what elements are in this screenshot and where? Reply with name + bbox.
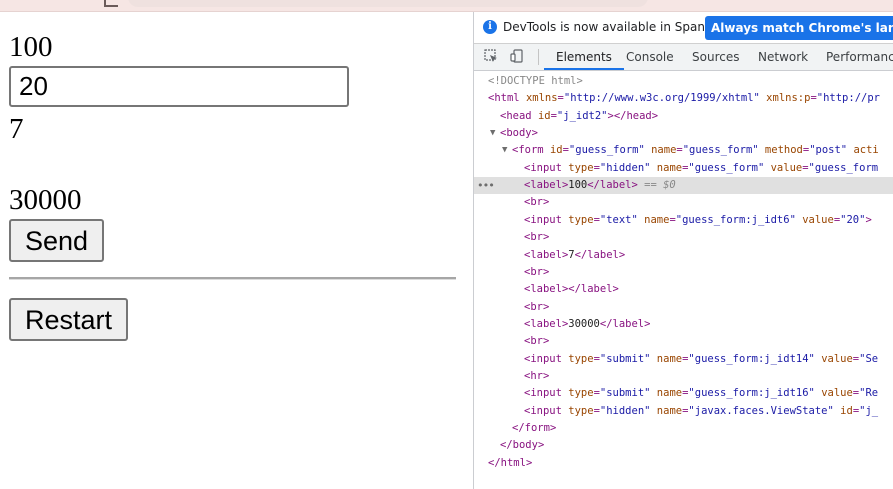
tab-network[interactable]: Network xyxy=(758,44,808,70)
selected-marker: == $0 xyxy=(637,179,676,192)
dom-node-line[interactable]: <input type="hidden" name="javax.faces.V… xyxy=(474,403,893,420)
dom-node-line[interactable]: <!DOCTYPE html> xyxy=(474,73,893,90)
device-toolbar-icon[interactable] xyxy=(510,49,524,63)
dom-node-text: <br> xyxy=(524,265,550,278)
tab-corner-icon xyxy=(104,0,118,7)
devtools-tabbar: Elements Console Sources Network Perform… xyxy=(474,44,893,71)
devtools-infobar: i DevTools is now available in Spanish! … xyxy=(474,12,893,44)
divider xyxy=(9,277,456,280)
dom-node-line[interactable]: ▼ <body> xyxy=(474,125,893,142)
dom-node-text: <input type="hidden" name="guess_form" v… xyxy=(524,161,879,174)
dom-node-text: <hr> xyxy=(524,369,550,382)
dom-node-text: <form id="guess_form" name="guess_form" … xyxy=(512,144,879,157)
dom-node-line[interactable]: ▼ <form id="guess_form" name="guess_form"… xyxy=(474,142,893,159)
dom-node-text: <html xmlns="http://www.w3c.org/1999/xht… xyxy=(488,92,880,105)
dom-node-text: </form> xyxy=(512,422,557,434)
dom-node-text: <br> xyxy=(524,335,550,348)
dom-node-line[interactable]: <label>30000</label> xyxy=(474,316,893,333)
expand-triangle-icon[interactable]: ▼ xyxy=(502,142,507,159)
dom-node-text: <input type="text" name="guess_form:j_id… xyxy=(524,213,872,226)
dom-node-line[interactable]: <br> xyxy=(474,333,893,350)
dom-node-text: <br> xyxy=(524,300,550,313)
inspect-element-icon[interactable] xyxy=(484,49,498,63)
label-7: 7 xyxy=(9,113,24,145)
guess-input[interactable] xyxy=(9,66,349,107)
dom-node-line[interactable]: <label></label> xyxy=(474,281,893,298)
dom-node-text: <body> xyxy=(500,127,538,140)
toolbar-separator xyxy=(538,49,539,65)
dom-node-text: <label>100</label> == $0 xyxy=(524,179,676,192)
dom-node-line[interactable]: <br> xyxy=(474,299,893,316)
dom-node-text: <!DOCTYPE html> xyxy=(488,75,583,87)
dom-node-text: <input type="submit" name="guess_form:j_… xyxy=(524,352,879,365)
dom-node-line[interactable]: <input type="text" name="guess_form:j_id… xyxy=(474,212,893,229)
more-options-icon[interactable]: ••• xyxy=(477,177,495,194)
dom-node-text: <label>30000</label> xyxy=(524,317,651,330)
dom-node-line[interactable]: <input type="submit" name="guess_form:j_… xyxy=(474,385,893,402)
dom-node-line[interactable]: ••• <label>100</label> == $0 xyxy=(474,177,893,195)
dom-node-text: <label></label> xyxy=(524,283,619,296)
dom-node-line[interactable]: <label>7</label> xyxy=(474,247,893,264)
dom-node-line[interactable]: </body> xyxy=(474,437,893,454)
tab-sources[interactable]: Sources xyxy=(692,44,739,70)
address-bar-edge[interactable] xyxy=(128,0,648,7)
dom-node-line[interactable]: <hr> xyxy=(474,368,893,385)
dom-node-line[interactable]: </html> xyxy=(474,455,893,472)
label-100: 100 xyxy=(9,31,53,63)
tab-elements[interactable]: Elements xyxy=(544,44,624,70)
tab-console[interactable]: Console xyxy=(626,44,674,70)
dom-node-text: <head id="j_idt2"></head> xyxy=(500,109,659,122)
dom-node-line[interactable]: <br> xyxy=(474,194,893,211)
dom-node-line[interactable]: <input type="hidden" name="guess_form" v… xyxy=(474,160,893,177)
info-message: DevTools is now available in Spanish! xyxy=(503,20,728,34)
dom-node-text: </html> xyxy=(488,456,533,469)
dom-node-line[interactable]: <input type="submit" name="guess_form:j_… xyxy=(474,351,893,368)
dom-node-text: <br> xyxy=(524,196,550,209)
dom-node-text: </body> xyxy=(500,439,545,452)
expand-triangle-icon[interactable]: ▼ xyxy=(490,125,495,142)
tab-performance[interactable]: Performance xyxy=(826,44,893,70)
devtools-panel: i DevTools is now available in Spanish! … xyxy=(473,12,893,489)
dom-node-text: <input type="hidden" name="javax.faces.V… xyxy=(524,404,879,417)
dom-node-line[interactable]: <br> xyxy=(474,229,893,246)
dom-node-line[interactable]: <html xmlns="http://www.w3c.org/1999/xht… xyxy=(474,90,893,107)
dom-node-line[interactable]: <head id="j_idt2"></head> xyxy=(474,108,893,125)
match-language-button[interactable]: Always match Chrome's language xyxy=(705,16,893,40)
dom-node-text: <br> xyxy=(524,231,550,244)
dom-node-text: <label>7</label> xyxy=(524,248,626,261)
dom-node-line[interactable]: <br> xyxy=(474,264,893,281)
browser-top-strip xyxy=(0,0,893,12)
restart-button[interactable]: Restart xyxy=(9,298,129,341)
info-icon: i xyxy=(483,20,497,34)
dom-tree: <!DOCTYPE html> <html xmlns="http://www.w… xyxy=(474,71,893,489)
dom-node-text: <input type="submit" name="guess_form:j_… xyxy=(524,387,879,400)
send-button[interactable]: Send xyxy=(9,219,105,262)
page-viewport: 100 7 30000 Send Restart xyxy=(0,12,473,489)
label-30000: 30000 xyxy=(9,184,82,216)
dom-node-line[interactable]: </form> xyxy=(474,420,893,437)
